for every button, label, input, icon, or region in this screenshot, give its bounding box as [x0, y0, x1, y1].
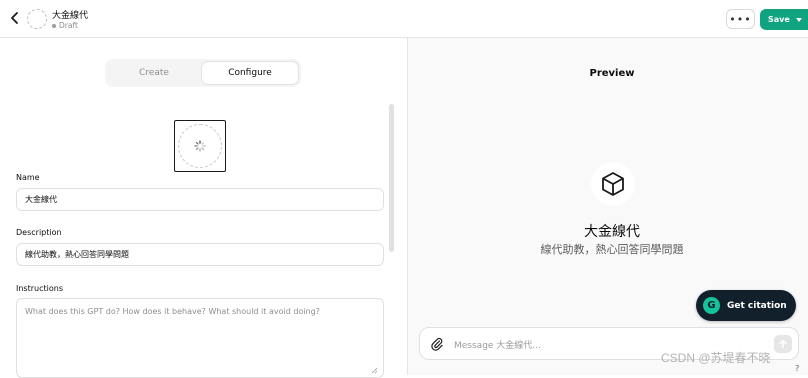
help-icon[interactable]: ?	[795, 364, 799, 373]
save-button-label: Save	[768, 15, 790, 24]
name-label: Name	[16, 173, 40, 182]
get-citation-label: Get citation	[727, 300, 787, 311]
draft-status: Draft	[52, 21, 78, 30]
description-field[interactable]: 線代助教，熱心回答同學問題	[16, 243, 384, 266]
preview-gpt-name: 大金線代	[584, 224, 640, 240]
instructions-placeholder: What does this GPT do? How does it behav…	[25, 307, 320, 316]
get-citation-button[interactable]: G Get citation	[696, 290, 796, 321]
top-bar: 大金線代 Draft ••• Save	[0, 0, 808, 38]
more-options-button[interactable]: •••	[726, 9, 755, 29]
send-arrow-icon	[779, 339, 787, 349]
preview-title: Preview	[589, 68, 635, 79]
name-field[interactable]: 大金線代	[16, 188, 384, 211]
mode-tabs: Create Configure	[105, 59, 301, 87]
watermark: CSDN @苏堤春不晓	[661, 351, 771, 365]
editor-panel: Create Configure Name 大金線代 Description 線…	[0, 38, 407, 378]
gpt-avatar	[591, 162, 635, 206]
spinner-icon	[194, 140, 206, 152]
status-dot-icon	[52, 23, 56, 28]
message-placeholder: Message 大金線代...	[454, 341, 541, 351]
instructions-label: Instructions	[16, 284, 63, 293]
chevron-down-icon	[795, 17, 802, 22]
status-label: Draft	[59, 21, 78, 30]
instructions-textarea[interactable]: What does this GPT do? How does it behav…	[16, 298, 384, 378]
preview-panel: Preview 大金線代 線代助教，熱心回答同學問題 G Get citatio…	[408, 38, 808, 375]
gpt-title: 大金線代	[52, 11, 89, 21]
preview-gpt-description: 線代助教，熱心回答同學問題	[540, 243, 684, 256]
cube-icon	[602, 172, 624, 196]
citation-logo-icon: G	[703, 297, 720, 314]
resize-handle-icon[interactable]	[371, 367, 378, 374]
save-button[interactable]: Save	[760, 9, 808, 30]
tab-create[interactable]: Create	[105, 62, 203, 84]
scrollbar[interactable]	[389, 104, 394, 252]
description-label: Description	[16, 228, 62, 237]
gpt-image-upload[interactable]	[174, 120, 226, 172]
avatar-placeholder-icon	[27, 9, 47, 29]
send-button[interactable]	[774, 335, 792, 353]
tab-configure[interactable]: Configure	[202, 62, 298, 84]
back-arrow-icon[interactable]	[8, 10, 22, 26]
paperclip-icon[interactable]	[430, 337, 444, 351]
